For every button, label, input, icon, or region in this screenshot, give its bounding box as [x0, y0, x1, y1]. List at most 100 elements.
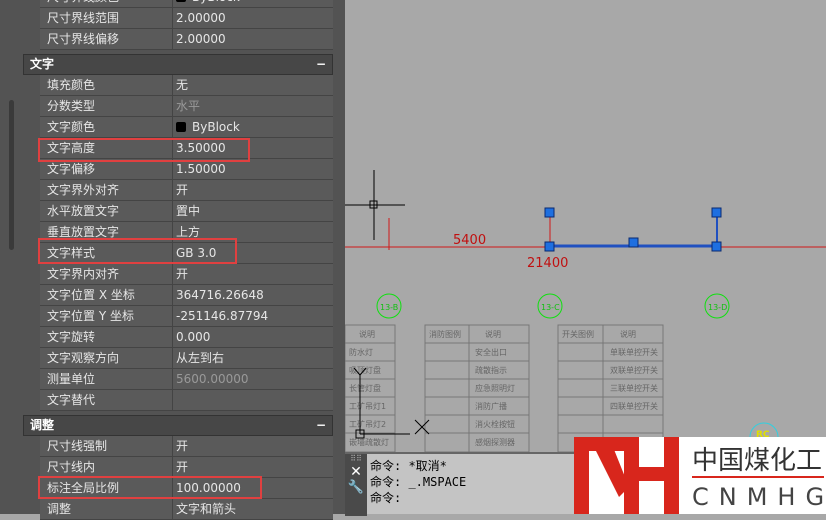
- value-text: 0.000: [176, 329, 211, 344]
- drawing-canvas[interactable]: 5400 21400 13-B 13-C 13-D 说明 防水灯 吸顶灯盘 长管灯盘工…: [344, 0, 826, 453]
- legend-text: 开关图例: [562, 329, 594, 339]
- legend-text: 感烟探测器: [475, 437, 515, 447]
- legend-text: 工矿吊灯1: [349, 401, 386, 411]
- value-text: 文字和箭头: [176, 501, 237, 516]
- property-row[interactable]: 测量单位 5600.00000: [40, 369, 333, 390]
- value-text: 无: [176, 77, 189, 92]
- command-toolbar: ⠿⠿ ✕ 🔧: [345, 454, 367, 516]
- property-row[interactable]: 文字颜色 ByBlock: [40, 117, 333, 138]
- property-row[interactable]: 尺寸线强制开: [40, 436, 333, 457]
- highlight-global-scale: [38, 476, 262, 499]
- property-value[interactable]: 开: [173, 436, 333, 456]
- value-text: 开: [176, 182, 189, 197]
- property-value[interactable]: 无: [173, 75, 333, 95]
- property-value[interactable]: 水平: [173, 96, 333, 116]
- property-row[interactable]: 调整 文字和箭头: [40, 499, 333, 520]
- legend-text: 说明: [359, 329, 375, 339]
- legend-text: 说明: [485, 329, 501, 339]
- property-label: 文字界内对齐: [40, 264, 173, 284]
- legend-text: 消防图例: [429, 329, 461, 339]
- property-label: 文字替代: [40, 390, 173, 410]
- svg-text:中国煤化工: 中国煤化工: [692, 446, 822, 476]
- property-row[interactable]: 尺寸界线偏移 2.00000: [40, 29, 333, 50]
- property-label: 水平放置文字: [40, 201, 173, 221]
- svg-text:CNMHG: CNMHG: [692, 483, 826, 511]
- value-text: 从左到右: [176, 350, 225, 365]
- property-label: 文字偏移: [40, 159, 173, 179]
- legend-text: 消火栓按钮: [475, 419, 515, 429]
- value-text: 置中: [176, 203, 201, 218]
- property-value[interactable]: 从左到右: [173, 348, 333, 368]
- legend-text: 三联单控开关: [610, 383, 658, 393]
- property-row[interactable]: 文字位置 Y 坐标 -251146.87794: [40, 306, 333, 327]
- property-value[interactable]: [173, 390, 333, 410]
- legend-text: 单联单控开关: [610, 347, 658, 357]
- property-row[interactable]: 文字位置 X 坐标 364716.26648: [40, 285, 333, 306]
- value-text: 2.00000: [176, 10, 226, 25]
- collapse-toggle[interactable]: −: [316, 416, 326, 435]
- property-label: 文字位置 X 坐标: [40, 285, 173, 305]
- property-row[interactable]: 文字旋转 0.000: [40, 327, 333, 348]
- property-row[interactable]: 文字界内对齐开: [40, 264, 333, 285]
- section-header[interactable]: 文字 −: [23, 54, 333, 75]
- property-label: 文字位置 Y 坐标: [40, 306, 173, 326]
- command-line: 命令: _.MSPACE: [370, 475, 467, 489]
- legend-text: 长管灯盘: [349, 383, 381, 393]
- property-label: 尺寸界线颜色: [40, 0, 173, 7]
- property-row[interactable]: 尺寸界线范围 2.00000: [40, 8, 333, 29]
- value-text: ByBlock: [192, 119, 240, 134]
- property-row[interactable]: 尺寸线内开: [40, 457, 333, 478]
- property-label: 尺寸线强制: [40, 436, 173, 456]
- close-icon[interactable]: ✕: [345, 464, 367, 480]
- property-value[interactable]: -251146.87794: [173, 306, 333, 326]
- section-header[interactable]: 调整 −: [23, 415, 333, 436]
- property-label: 尺寸线内: [40, 457, 173, 477]
- property-row[interactable]: 文字界外对齐开: [40, 180, 333, 201]
- property-row[interactable]: 分数类型 水平: [40, 96, 333, 117]
- property-label: 填充颜色: [40, 75, 173, 95]
- property-value[interactable]: 5600.00000: [173, 369, 333, 389]
- value-text: -251146.87794: [176, 308, 269, 323]
- legend-text: 工矿吊灯2: [349, 419, 386, 429]
- watermark-logo: 中国煤化工 CNMHG: [574, 437, 826, 514]
- property-value[interactable]: 1.50000: [173, 159, 333, 179]
- value-text: 开: [176, 459, 189, 474]
- section-title: 文字: [30, 57, 55, 71]
- legend-text: 防水灯: [349, 347, 373, 357]
- property-value[interactable]: 置中: [173, 201, 333, 221]
- property-value[interactable]: 2.00000: [173, 8, 333, 28]
- property-value[interactable]: 开: [173, 264, 333, 284]
- property-value[interactable]: 开: [173, 180, 333, 200]
- property-value[interactable]: 开: [173, 457, 333, 477]
- dim-21400: 21400: [527, 256, 568, 271]
- dim-5400: 5400: [453, 233, 486, 248]
- property-value[interactable]: 364716.26648: [173, 285, 333, 305]
- property-label: 测量单位: [40, 369, 173, 389]
- property-value[interactable]: 2.00000: [173, 29, 333, 49]
- value-text: ByBlock: [192, 0, 240, 8]
- color-swatch: [176, 0, 186, 2]
- legend-text: 说明: [620, 329, 636, 339]
- value-text: 2.00000: [176, 31, 226, 46]
- property-row[interactable]: 文字替代: [40, 390, 333, 411]
- command-line: 命令: *取消*: [370, 459, 447, 473]
- property-row[interactable]: 填充颜色无: [40, 75, 333, 96]
- collapse-toggle[interactable]: −: [316, 55, 326, 74]
- highlight-text-style: [38, 238, 237, 264]
- property-row[interactable]: 文字偏移 1.50000: [40, 159, 333, 180]
- command-prompt[interactable]: 命令:: [370, 490, 466, 506]
- wrench-icon[interactable]: 🔧: [345, 480, 367, 495]
- property-row[interactable]: 水平放置文字 置中: [40, 201, 333, 222]
- legend-text: 四联单控开关: [610, 401, 658, 411]
- property-row[interactable]: 文字观察方向 从左到右: [40, 348, 333, 369]
- svg-text:13-D: 13-D: [708, 303, 727, 312]
- panel-scrollbar[interactable]: [9, 100, 14, 250]
- svg-text:13-C: 13-C: [541, 303, 560, 312]
- section-title: 调整: [30, 418, 55, 432]
- property-value[interactable]: ByBlock: [173, 0, 333, 7]
- legend-text: 疏散指示: [475, 365, 507, 375]
- property-value[interactable]: 文字和箭头: [173, 499, 333, 519]
- property-label: 尺寸界线偏移: [40, 29, 173, 49]
- property-value[interactable]: ByBlock: [173, 117, 333, 137]
- property-value[interactable]: 0.000: [173, 327, 333, 347]
